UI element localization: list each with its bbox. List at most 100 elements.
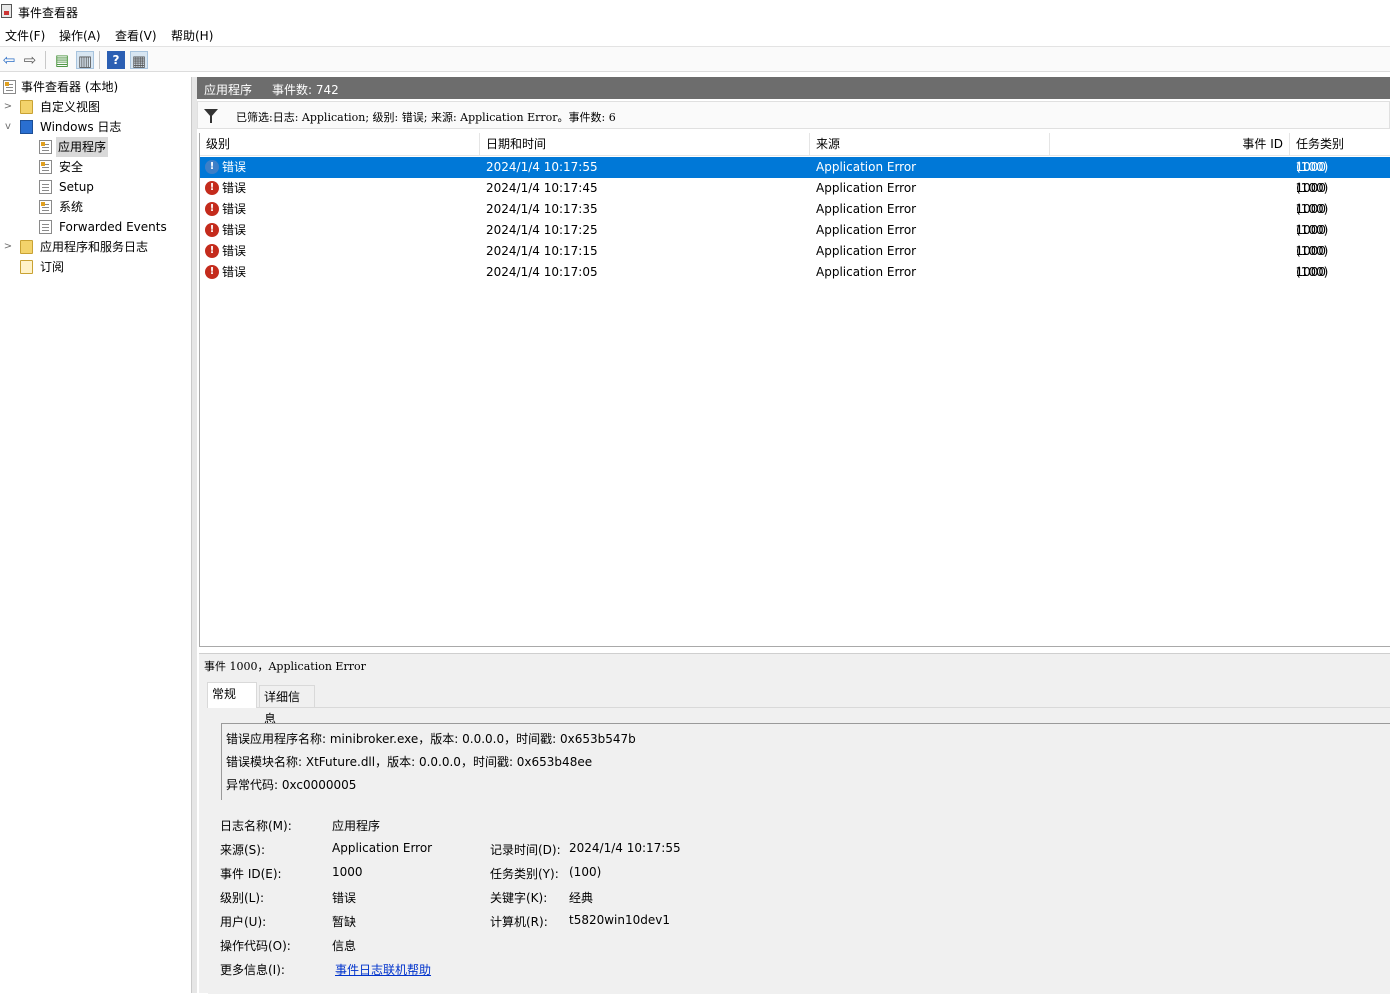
event-count: 事件数: 742 xyxy=(272,83,339,97)
tree-item-forwarded-events[interactable]: Forwarded Events xyxy=(0,217,191,237)
message-line: 异常代码: 0xc0000005 xyxy=(226,778,357,792)
folder-icon xyxy=(20,240,33,254)
log-name-label: 日志名称(M): xyxy=(220,819,292,833)
event-detail-header: 事件 1000，Application Error xyxy=(199,653,1390,677)
cell-source: Application Error xyxy=(816,223,917,237)
message-line: 错误模块名称: XtFuture.dll，版本: 0.0.0.0，时间戳: 0x… xyxy=(226,755,593,769)
toolbar-separator xyxy=(45,51,46,69)
error-icon: ! xyxy=(205,223,219,237)
error-icon: ! xyxy=(205,160,219,174)
folder-icon xyxy=(20,100,33,114)
event-viewer-app-icon xyxy=(1,4,12,18)
cell-task: (100) xyxy=(1296,202,1329,216)
table-row[interactable]: ! 错误 2024/1/4 10:17:05 Application Error 100… xyxy=(200,262,1390,283)
cell-source: Application Error xyxy=(816,202,917,216)
chevron-right-icon[interactable]: > xyxy=(3,97,13,117)
log-icon xyxy=(39,220,52,234)
event-log-online-help-link[interactable]: 事件日志联机帮助 xyxy=(335,961,431,978)
table-row[interactable]: ! 错误 2024/1/4 10:17:45 Application Error 100… xyxy=(200,178,1390,199)
keywords-label: 关键字(K): xyxy=(490,891,548,905)
column-header-datetime[interactable]: 日期和时间 xyxy=(480,133,810,155)
cell-level: 错误 xyxy=(222,202,247,216)
menu-action[interactable]: 操作(A) xyxy=(59,27,101,44)
cell-datetime: 2024/1/4 10:17:15 xyxy=(486,244,598,258)
subscriptions-icon xyxy=(20,260,33,274)
event-detail-pane: 常规 详细信息 错误应用程序名称: minibroker.exe，版本: 0.0… xyxy=(199,676,1390,994)
filter-description: 已筛选:日志: Application; 级别: 错误; 来源: Applica… xyxy=(236,111,616,124)
log-panel-header: 应用程序 事件数: 742 xyxy=(197,77,1390,99)
log-icon xyxy=(39,140,52,154)
tab-details[interactable]: 详细信息 xyxy=(259,685,315,726)
tree-item-application[interactable]: 应用程序 xyxy=(0,137,191,157)
tree-root-event-viewer[interactable]: 事件查看器 (本地) xyxy=(0,77,191,97)
computer-value: t5820win10dev1 xyxy=(569,913,671,927)
event-viewer-icon xyxy=(3,80,16,94)
menu-view[interactable]: 查看(V) xyxy=(115,27,157,44)
action-pane-icon[interactable]: ▦ xyxy=(130,51,148,70)
menu-help[interactable]: 帮助(H) xyxy=(171,27,213,44)
filter-bar: 已筛选:日志: Application; 级别: 错误; 来源: Applica… xyxy=(197,101,1390,129)
table-row[interactable]: ! 错误 2024/1/4 10:17:15 Application Error 100… xyxy=(200,241,1390,262)
event-list[interactable]: 级别 日期和时间 来源 事件 ID 任务类别 ! 错误 2024/1/4 10:17… xyxy=(199,133,1390,647)
chevron-down-icon[interactable]: v xyxy=(3,117,13,137)
cell-level: 错误 xyxy=(222,265,247,279)
tree-item-windows-logs[interactable]: v Windows 日志 xyxy=(0,117,191,137)
log-title: 应用程序 xyxy=(204,83,253,97)
event-detail-title: 事件 1000，Application Error xyxy=(204,660,366,673)
cell-task: (100) xyxy=(1296,160,1329,174)
title-bar: 事件查看器 xyxy=(0,0,1390,24)
tree-item-custom-views[interactable]: > 自定义视图 xyxy=(0,97,191,117)
forward-arrow-icon[interactable]: ⇨ xyxy=(21,51,39,69)
pane-splitter[interactable] xyxy=(192,77,197,993)
table-row[interactable]: ! 错误 2024/1/4 10:17:35 Application Error 100… xyxy=(200,199,1390,220)
column-header-level[interactable]: 级别 xyxy=(200,133,480,155)
level-label: 级别(L): xyxy=(220,891,265,905)
cell-level: 错误 xyxy=(222,160,247,174)
tree-item-system[interactable]: 系统 xyxy=(0,197,191,217)
help-icon[interactable]: ? xyxy=(107,51,125,69)
cell-level: 错误 xyxy=(222,223,247,237)
event-message-box[interactable]: 错误应用程序名称: minibroker.exe，版本: 0.0.0.0，时间戳… xyxy=(221,723,1390,800)
table-row[interactable]: ! 错误 2024/1/4 10:17:55 Application Error 100… xyxy=(200,157,1390,178)
back-arrow-icon[interactable]: ⇦ xyxy=(0,51,18,69)
user-label: 用户(U): xyxy=(220,915,267,929)
folder-up-icon[interactable]: ▤ xyxy=(53,51,71,69)
event-list-header: 级别 日期和时间 来源 事件 ID 任务类别 xyxy=(200,133,1390,156)
error-icon: ! xyxy=(205,181,219,195)
tree-item-setup[interactable]: Setup xyxy=(0,177,191,197)
cell-task: (100) xyxy=(1296,223,1329,237)
tab-general[interactable]: 常规 xyxy=(207,682,257,708)
cell-level: 错误 xyxy=(222,181,247,195)
filter-icon xyxy=(204,109,218,123)
menu-bar: 文件(F) 操作(A) 查看(V) 帮助(H) xyxy=(0,24,1390,46)
column-header-event-id[interactable]: 事件 ID xyxy=(1050,133,1290,155)
error-icon: ! xyxy=(205,244,219,258)
tree-item-subscriptions[interactable]: 订阅 xyxy=(0,257,191,277)
console-tree-icon[interactable]: ▥ xyxy=(76,51,94,70)
event-id-label: 事件 ID(E): xyxy=(220,867,282,881)
column-header-task-category[interactable]: 任务类别 xyxy=(1290,133,1390,155)
windows-logs-icon xyxy=(20,120,33,134)
tree-item-app-service-logs[interactable]: > 应用程序和服务日志 xyxy=(0,237,191,257)
cell-source: Application Error xyxy=(816,244,917,258)
source-value: Application Error xyxy=(332,841,433,855)
error-icon: ! xyxy=(205,202,219,216)
cell-source: Application Error xyxy=(816,181,917,195)
cell-source: Application Error xyxy=(816,265,917,279)
tree-item-security[interactable]: 安全 xyxy=(0,157,191,177)
keywords-value: 经典 xyxy=(569,891,594,905)
menu-file[interactable]: 文件(F) xyxy=(5,27,45,44)
navigation-tree: 事件查看器 (本地) > 自定义视图 v Windows 日志 应用程序 安全 … xyxy=(0,77,192,993)
log-icon xyxy=(39,180,52,194)
cell-datetime: 2024/1/4 10:17:05 xyxy=(486,265,598,279)
table-row[interactable]: ! 错误 2024/1/4 10:17:25 Application Error 100… xyxy=(200,220,1390,241)
logged-label: 记录时间(D): xyxy=(490,843,561,857)
opcode-value: 信息 xyxy=(332,939,357,953)
opcode-label: 操作代码(O): xyxy=(220,939,291,953)
chevron-right-icon[interactable]: > xyxy=(3,237,13,257)
column-header-source[interactable]: 来源 xyxy=(810,133,1050,155)
event-id-value: 1000 xyxy=(332,865,363,879)
cell-task: (100) xyxy=(1296,244,1329,258)
window-title: 事件查看器 xyxy=(18,6,79,20)
cell-datetime: 2024/1/4 10:17:35 xyxy=(486,202,598,216)
